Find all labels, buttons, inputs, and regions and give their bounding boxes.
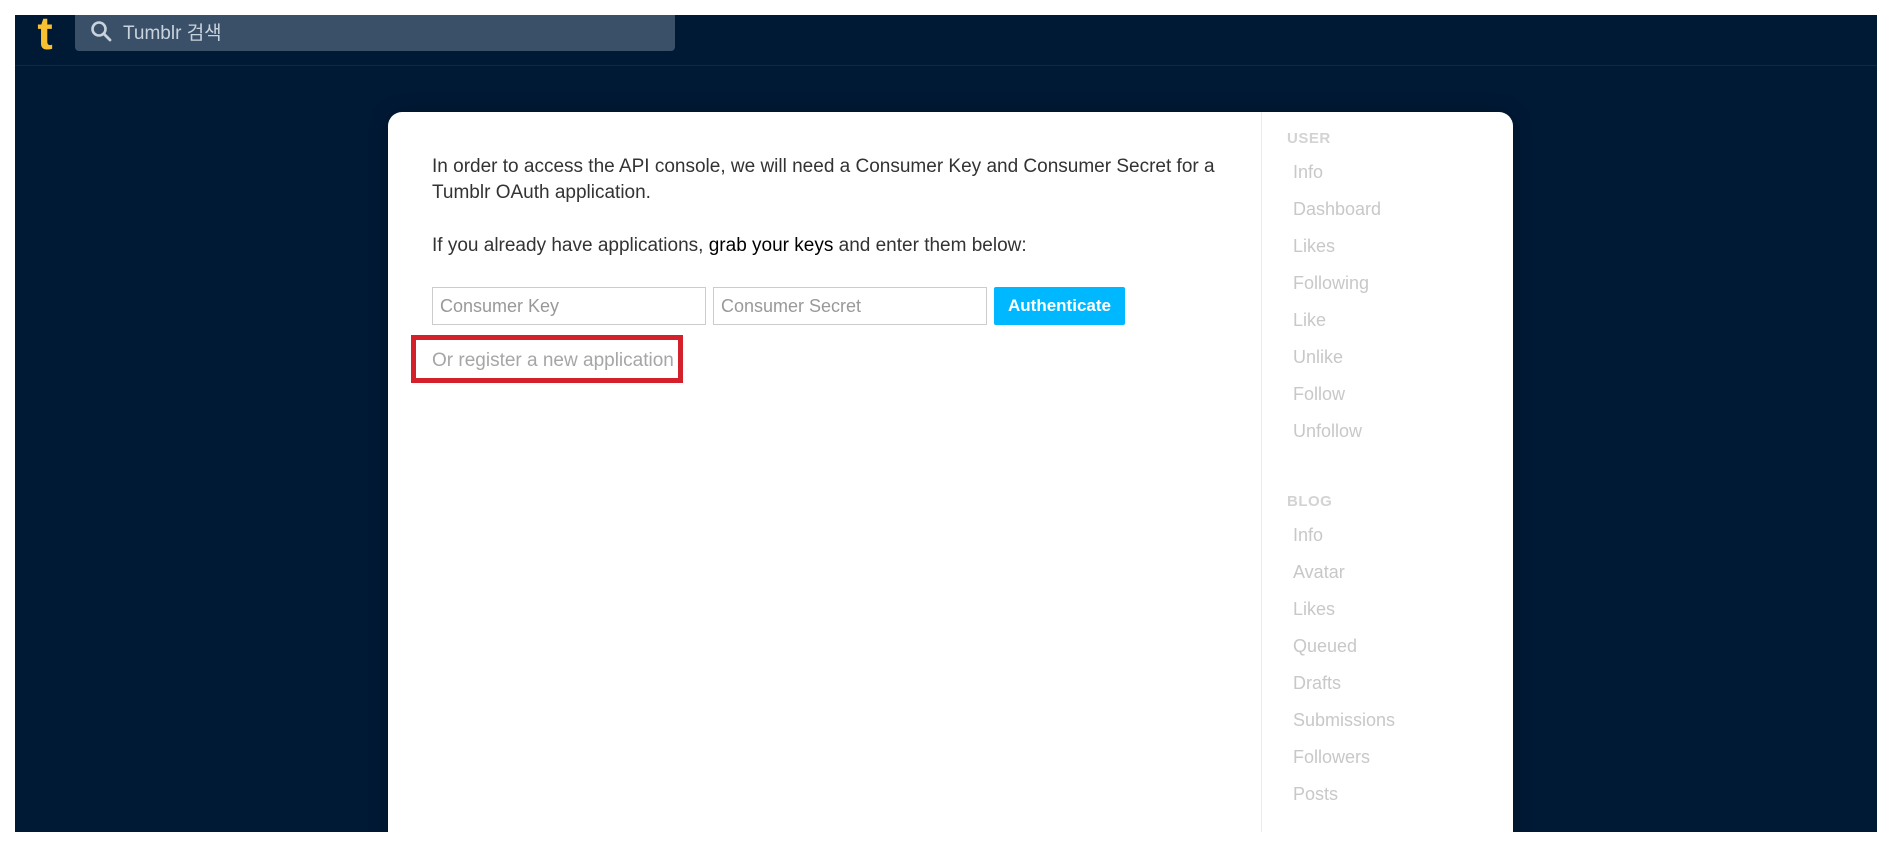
- sidebar-item-blog-drafts[interactable]: Drafts: [1293, 673, 1341, 694]
- instructions-prefix: If you already have applications,: [432, 235, 709, 256]
- instructions-text: If you already have applications, grab y…: [432, 233, 1027, 259]
- sidebar-item-user-unfollow[interactable]: Unfollow: [1293, 421, 1362, 442]
- sidebar-item-user-dashboard[interactable]: Dashboard: [1293, 199, 1381, 220]
- search-bar[interactable]: Tumblr 검색: [75, 15, 675, 51]
- api-method-sidebar: USER Info Dashboard Likes Following Like…: [1261, 112, 1514, 832]
- consumer-key-input[interactable]: [432, 287, 706, 325]
- main-content: In order to access the API console, we w…: [388, 112, 1261, 832]
- consumer-secret-input[interactable]: [713, 287, 987, 325]
- grab-your-keys-link[interactable]: grab your keys: [709, 235, 834, 256]
- sidebar-item-blog-info[interactable]: Info: [1293, 525, 1323, 546]
- svg-text:t: t: [37, 15, 52, 57]
- browser-viewport: t Tumblr 검색 In order to access the API c…: [15, 15, 1877, 832]
- instructions-suffix: and enter them below:: [833, 235, 1027, 256]
- sidebar-item-user-likes[interactable]: Likes: [1293, 236, 1335, 257]
- search-placeholder: Tumblr 검색: [123, 22, 222, 44]
- sidebar-item-blog-queued[interactable]: Queued: [1293, 636, 1357, 657]
- authenticate-button[interactable]: Authenticate: [994, 287, 1125, 325]
- sidebar-item-user-info[interactable]: Info: [1293, 162, 1323, 183]
- api-console-card: In order to access the API console, we w…: [388, 112, 1513, 832]
- intro-text: In order to access the API console, we w…: [432, 156, 1215, 203]
- tumblr-logo[interactable]: t: [23, 15, 67, 57]
- sidebar-item-user-following[interactable]: Following: [1293, 273, 1369, 294]
- sidebar-item-blog-submissions[interactable]: Submissions: [1293, 710, 1395, 731]
- register-new-application-link[interactable]: Or register a new application: [432, 348, 674, 374]
- top-navigation-bar: t Tumblr 검색: [15, 15, 1877, 66]
- sidebar-item-blog-likes[interactable]: Likes: [1293, 599, 1335, 620]
- sidebar-heading-blog: BLOG: [1287, 493, 1333, 510]
- search-icon: [89, 19, 113, 43]
- sidebar-heading-user: USER: [1287, 130, 1331, 147]
- sidebar-item-blog-avatar[interactable]: Avatar: [1293, 562, 1345, 583]
- sidebar-item-user-like[interactable]: Like: [1293, 310, 1326, 331]
- sidebar-item-user-unlike[interactable]: Unlike: [1293, 347, 1343, 368]
- sidebar-item-blog-followers[interactable]: Followers: [1293, 747, 1370, 768]
- sidebar-item-user-follow[interactable]: Follow: [1293, 384, 1345, 405]
- tumblr-logo-icon: t: [37, 15, 52, 57]
- sidebar-item-blog-posts[interactable]: Posts: [1293, 784, 1338, 805]
